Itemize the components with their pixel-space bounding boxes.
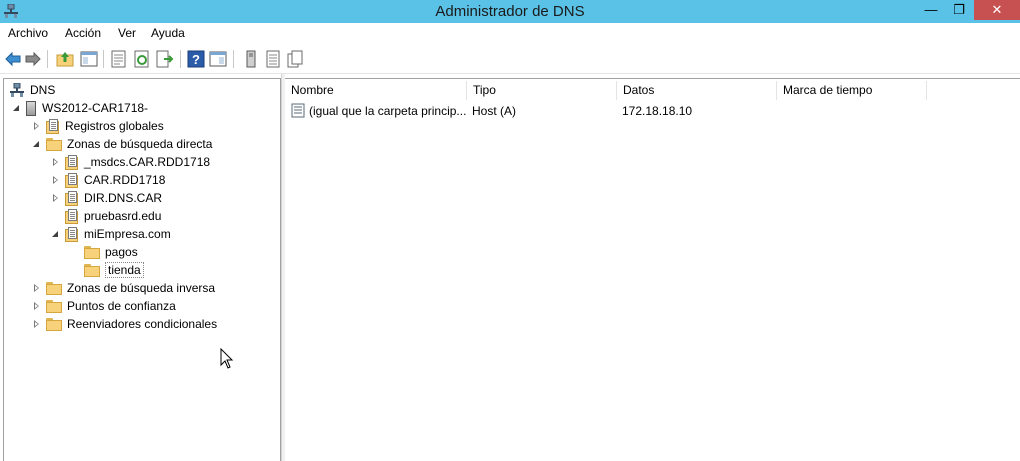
server-icon[interactable] [242, 50, 260, 68]
column-header-tipo[interactable]: Tipo [467, 81, 617, 100]
tree-item-zonas-directa[interactable]: Zonas de búsqueda directa [32, 135, 212, 153]
tree-item-label: Zonas de búsqueda inversa [67, 281, 216, 295]
menu-bar: Archivo Acción Ver Ayuda [0, 23, 1020, 44]
menu-archivo[interactable]: Archivo [8, 26, 48, 40]
tree-item-zone-dir[interactable]: DIR.DNS.CAR [51, 189, 162, 207]
column-header-marca-tiempo[interactable]: Marca de tiempo [777, 81, 927, 100]
column-header-datos[interactable]: Datos [617, 81, 777, 100]
zone-icon [65, 226, 79, 242]
close-button[interactable]: ✕ [974, 0, 1020, 20]
tree-item-label: Zonas de búsqueda directa [67, 137, 213, 151]
tree-item-label: Puntos de confianza [67, 299, 176, 313]
zone-icon [65, 154, 79, 170]
tree-item-label: DNS [30, 83, 56, 97]
folder-icon [84, 263, 100, 277]
toolbar-separator [233, 50, 234, 68]
tree-item-label: CAR.RDD1718 [84, 173, 166, 187]
window-title: Administrador de DNS [435, 3, 585, 20]
toolbar-separator [47, 50, 48, 68]
menu-accion[interactable]: Acción [65, 26, 101, 40]
expand-arrow-icon[interactable] [32, 121, 42, 131]
back-icon[interactable] [4, 50, 22, 68]
server-icon [26, 100, 36, 116]
toolbar-separator [103, 50, 104, 68]
toolbar-separator [180, 50, 181, 68]
tree-item-tienda[interactable]: tienda [84, 261, 144, 279]
tree-item-pagos[interactable]: pagos [84, 243, 138, 261]
folder-icon [46, 317, 62, 331]
expand-arrow-icon[interactable] [32, 301, 42, 311]
collapse-arrow-icon[interactable] [12, 103, 22, 113]
export-list-icon[interactable] [156, 50, 174, 68]
tree-item-label: _msdcs.CAR.RDD1718 [84, 155, 211, 169]
tree-item-dns-root[interactable]: DNS [10, 81, 55, 99]
title-bar: Administrador de DNS — ❐ ✕ [0, 0, 1020, 23]
tree-item-label: pruebasrd.edu [84, 209, 162, 223]
cell-datos: 172.18.18.10 [622, 104, 693, 118]
tree-item-label: tienda [105, 262, 144, 278]
tree-item-label: Registros globales [65, 119, 164, 133]
show-hide-tree-icon[interactable] [80, 50, 98, 68]
copy-icon[interactable] [286, 50, 304, 68]
forward-icon[interactable] [24, 50, 42, 68]
collapse-arrow-icon[interactable] [51, 229, 61, 239]
menu-ayuda[interactable]: Ayuda [151, 26, 185, 40]
tree-item-server[interactable]: WS2012-CAR1718- [12, 99, 148, 117]
tree-item-zone-msdcs[interactable]: _msdcs.CAR.RDD1718 [51, 153, 210, 171]
svg-text:?: ? [192, 52, 200, 67]
zone-icon [46, 118, 60, 134]
console-tree[interactable]: DNS WS2012-CAR1718- Registros globales Z… [3, 78, 281, 461]
help-icon[interactable]: ? [187, 50, 205, 68]
tree-item-zone-car[interactable]: CAR.RDD1718 [51, 171, 165, 189]
tree-item-label: WS2012-CAR1718- [42, 101, 149, 115]
toolbar: ? [0, 44, 1020, 74]
cell-nombre: (igual que la carpeta princip... [309, 104, 467, 118]
minimize-button[interactable]: — [918, 0, 944, 20]
folder-icon [46, 299, 62, 313]
cell-tipo: Host (A) [472, 104, 517, 118]
refresh-icon[interactable] [133, 50, 151, 68]
expand-arrow-icon[interactable] [51, 157, 61, 167]
zone-icon [65, 172, 79, 188]
record-icon [291, 103, 305, 118]
zone-icon [65, 208, 79, 224]
tree-item-label: DIR.DNS.CAR [84, 191, 163, 205]
tree-item-label: miEmpresa.com [84, 227, 171, 241]
console-tree-icon[interactable] [209, 50, 227, 68]
collapse-arrow-icon[interactable] [32, 139, 42, 149]
zone-icon [65, 190, 79, 206]
expand-arrow-icon[interactable] [32, 283, 42, 293]
dns-icon [10, 82, 24, 97]
expand-arrow-icon[interactable] [32, 319, 42, 329]
tree-item-puntos-confianza[interactable]: Puntos de confianza [32, 297, 176, 315]
folder-icon [46, 137, 62, 151]
folder-icon [46, 281, 62, 295]
up-folder-icon[interactable] [56, 50, 74, 68]
expand-arrow-icon[interactable] [51, 175, 61, 185]
menu-ver[interactable]: Ver [118, 26, 136, 40]
column-header-nombre[interactable]: Nombre [285, 81, 467, 100]
record-icon[interactable] [264, 50, 282, 68]
tree-item-label: pagos [105, 245, 138, 259]
expand-arrow-icon[interactable] [51, 193, 61, 203]
tree-item-reenviadores[interactable]: Reenviadores condicionales [32, 315, 217, 333]
results-list[interactable]: Nombre Tipo Datos Marca de tiempo (igual… [285, 78, 1020, 461]
tree-item-zone-pruebasrd[interactable]: pruebasrd.edu [65, 207, 161, 225]
folder-icon [84, 245, 100, 259]
mouse-cursor-icon [220, 348, 234, 369]
tree-item-registros-globales[interactable]: Registros globales [32, 117, 164, 135]
tree-item-zonas-inversa[interactable]: Zonas de búsqueda inversa [32, 279, 215, 297]
restore-button[interactable]: ❐ [946, 0, 972, 20]
properties-icon[interactable] [110, 50, 128, 68]
tree-item-label: Reenviadores condicionales [67, 317, 218, 331]
tree-item-zone-miempresa[interactable]: miEmpresa.com [51, 225, 171, 243]
